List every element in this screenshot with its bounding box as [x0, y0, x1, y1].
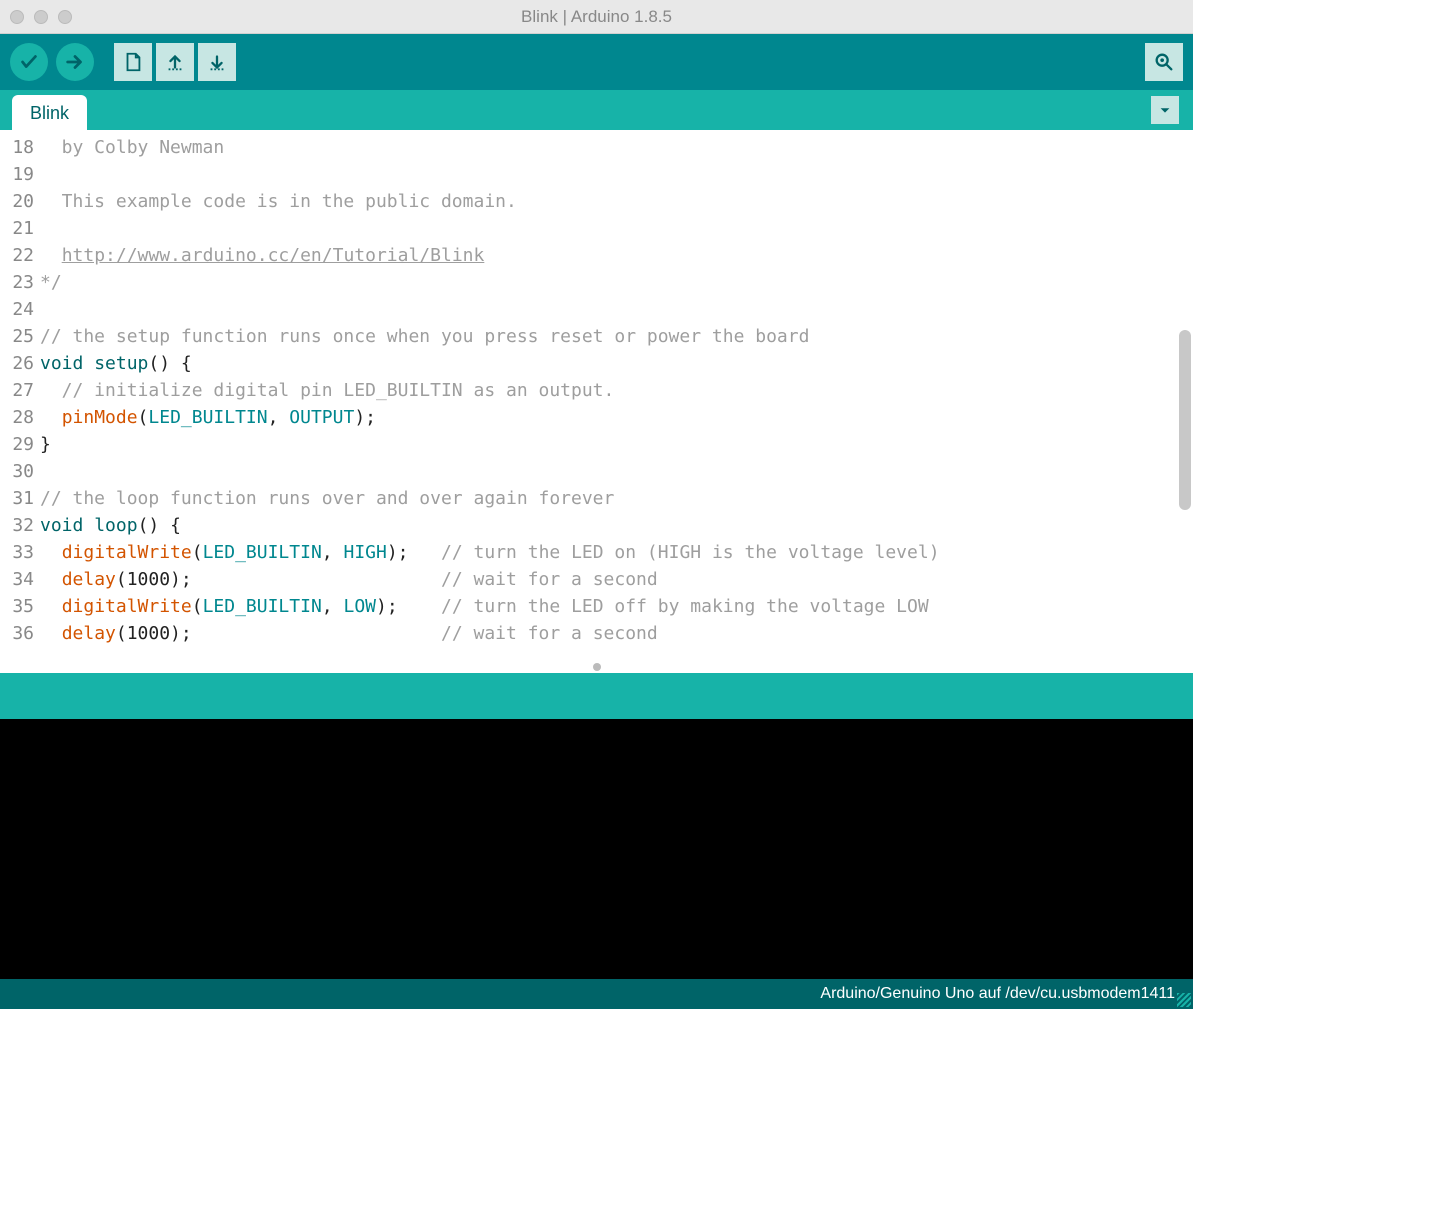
board-port-label: Arduino/Genuino Uno auf /dev/cu.usbmodem…	[820, 985, 1175, 1003]
line-number: 36	[0, 620, 34, 647]
code-line[interactable]: // initialize digital pin LED_BUILTIN as…	[40, 377, 1193, 404]
line-number: 24	[0, 296, 34, 323]
arrow-up-icon	[164, 51, 186, 73]
line-number: 19	[0, 161, 34, 188]
line-number: 32	[0, 512, 34, 539]
code-line[interactable]	[40, 161, 1193, 188]
chevron-down-icon	[1158, 103, 1172, 117]
toolbar	[0, 34, 1193, 90]
code-line[interactable]: // the setup function runs once when you…	[40, 323, 1193, 350]
resize-grip-icon[interactable]	[1177, 993, 1191, 1007]
line-number: 25	[0, 323, 34, 350]
save-button[interactable]	[198, 43, 236, 81]
line-number: 20	[0, 188, 34, 215]
code-line[interactable]: }	[40, 431, 1193, 458]
code-area[interactable]: by Colby Newman This example code is in …	[40, 130, 1193, 673]
tab-blink[interactable]: Blink	[12, 95, 87, 130]
check-icon	[18, 51, 40, 73]
code-line[interactable]	[40, 296, 1193, 323]
window-titlebar: Blink | Arduino 1.8.5	[0, 0, 1193, 34]
magnifier-icon	[1153, 51, 1175, 73]
status-footer: Arduino/Genuino Uno auf /dev/cu.usbmodem…	[0, 979, 1193, 1009]
line-number: 29	[0, 431, 34, 458]
splitter-handle-icon[interactable]	[593, 663, 601, 671]
code-line[interactable]: digitalWrite(LED_BUILTIN, HIGH); // turn…	[40, 539, 1193, 566]
line-number-gutter: 18192021222324252627282930313233343536	[0, 130, 40, 673]
file-icon	[122, 51, 144, 73]
code-line[interactable]: void loop() {	[40, 512, 1193, 539]
serial-monitor-button[interactable]	[1145, 43, 1183, 81]
new-button[interactable]	[114, 43, 152, 81]
vertical-scrollbar[interactable]	[1179, 330, 1191, 510]
code-line[interactable]: delay(1000); // wait for a second	[40, 566, 1193, 593]
code-line[interactable]: http://www.arduino.cc/en/Tutorial/Blink	[40, 242, 1193, 269]
line-number: 27	[0, 377, 34, 404]
line-number: 31	[0, 485, 34, 512]
line-number: 28	[0, 404, 34, 431]
upload-button[interactable]	[56, 43, 94, 81]
verify-button[interactable]	[10, 43, 48, 81]
arrow-down-icon	[206, 51, 228, 73]
line-number: 23	[0, 269, 34, 296]
console-output[interactable]	[0, 719, 1193, 979]
line-number: 34	[0, 566, 34, 593]
open-button[interactable]	[156, 43, 194, 81]
code-line[interactable]	[40, 215, 1193, 242]
message-bar	[0, 673, 1193, 719]
code-line[interactable]: */	[40, 269, 1193, 296]
line-number: 22	[0, 242, 34, 269]
code-line[interactable]: This example code is in the public domai…	[40, 188, 1193, 215]
tab-bar: Blink	[0, 90, 1193, 130]
tab-menu-button[interactable]	[1151, 96, 1179, 124]
line-number: 30	[0, 458, 34, 485]
line-number: 35	[0, 593, 34, 620]
window-title: Blink | Arduino 1.8.5	[0, 7, 1193, 27]
arrow-right-icon	[64, 51, 86, 73]
code-line[interactable]: pinMode(LED_BUILTIN, OUTPUT);	[40, 404, 1193, 431]
code-editor[interactable]: 18192021222324252627282930313233343536 b…	[0, 130, 1193, 673]
code-line[interactable]: by Colby Newman	[40, 134, 1193, 161]
line-number: 33	[0, 539, 34, 566]
line-number: 26	[0, 350, 34, 377]
code-line[interactable]: delay(1000); // wait for a second	[40, 620, 1193, 647]
code-line[interactable]: void setup() {	[40, 350, 1193, 377]
code-line[interactable]	[40, 458, 1193, 485]
code-line[interactable]: digitalWrite(LED_BUILTIN, LOW); // turn …	[40, 593, 1193, 620]
line-number: 21	[0, 215, 34, 242]
line-number: 18	[0, 134, 34, 161]
code-line[interactable]: // the loop function runs over and over …	[40, 485, 1193, 512]
